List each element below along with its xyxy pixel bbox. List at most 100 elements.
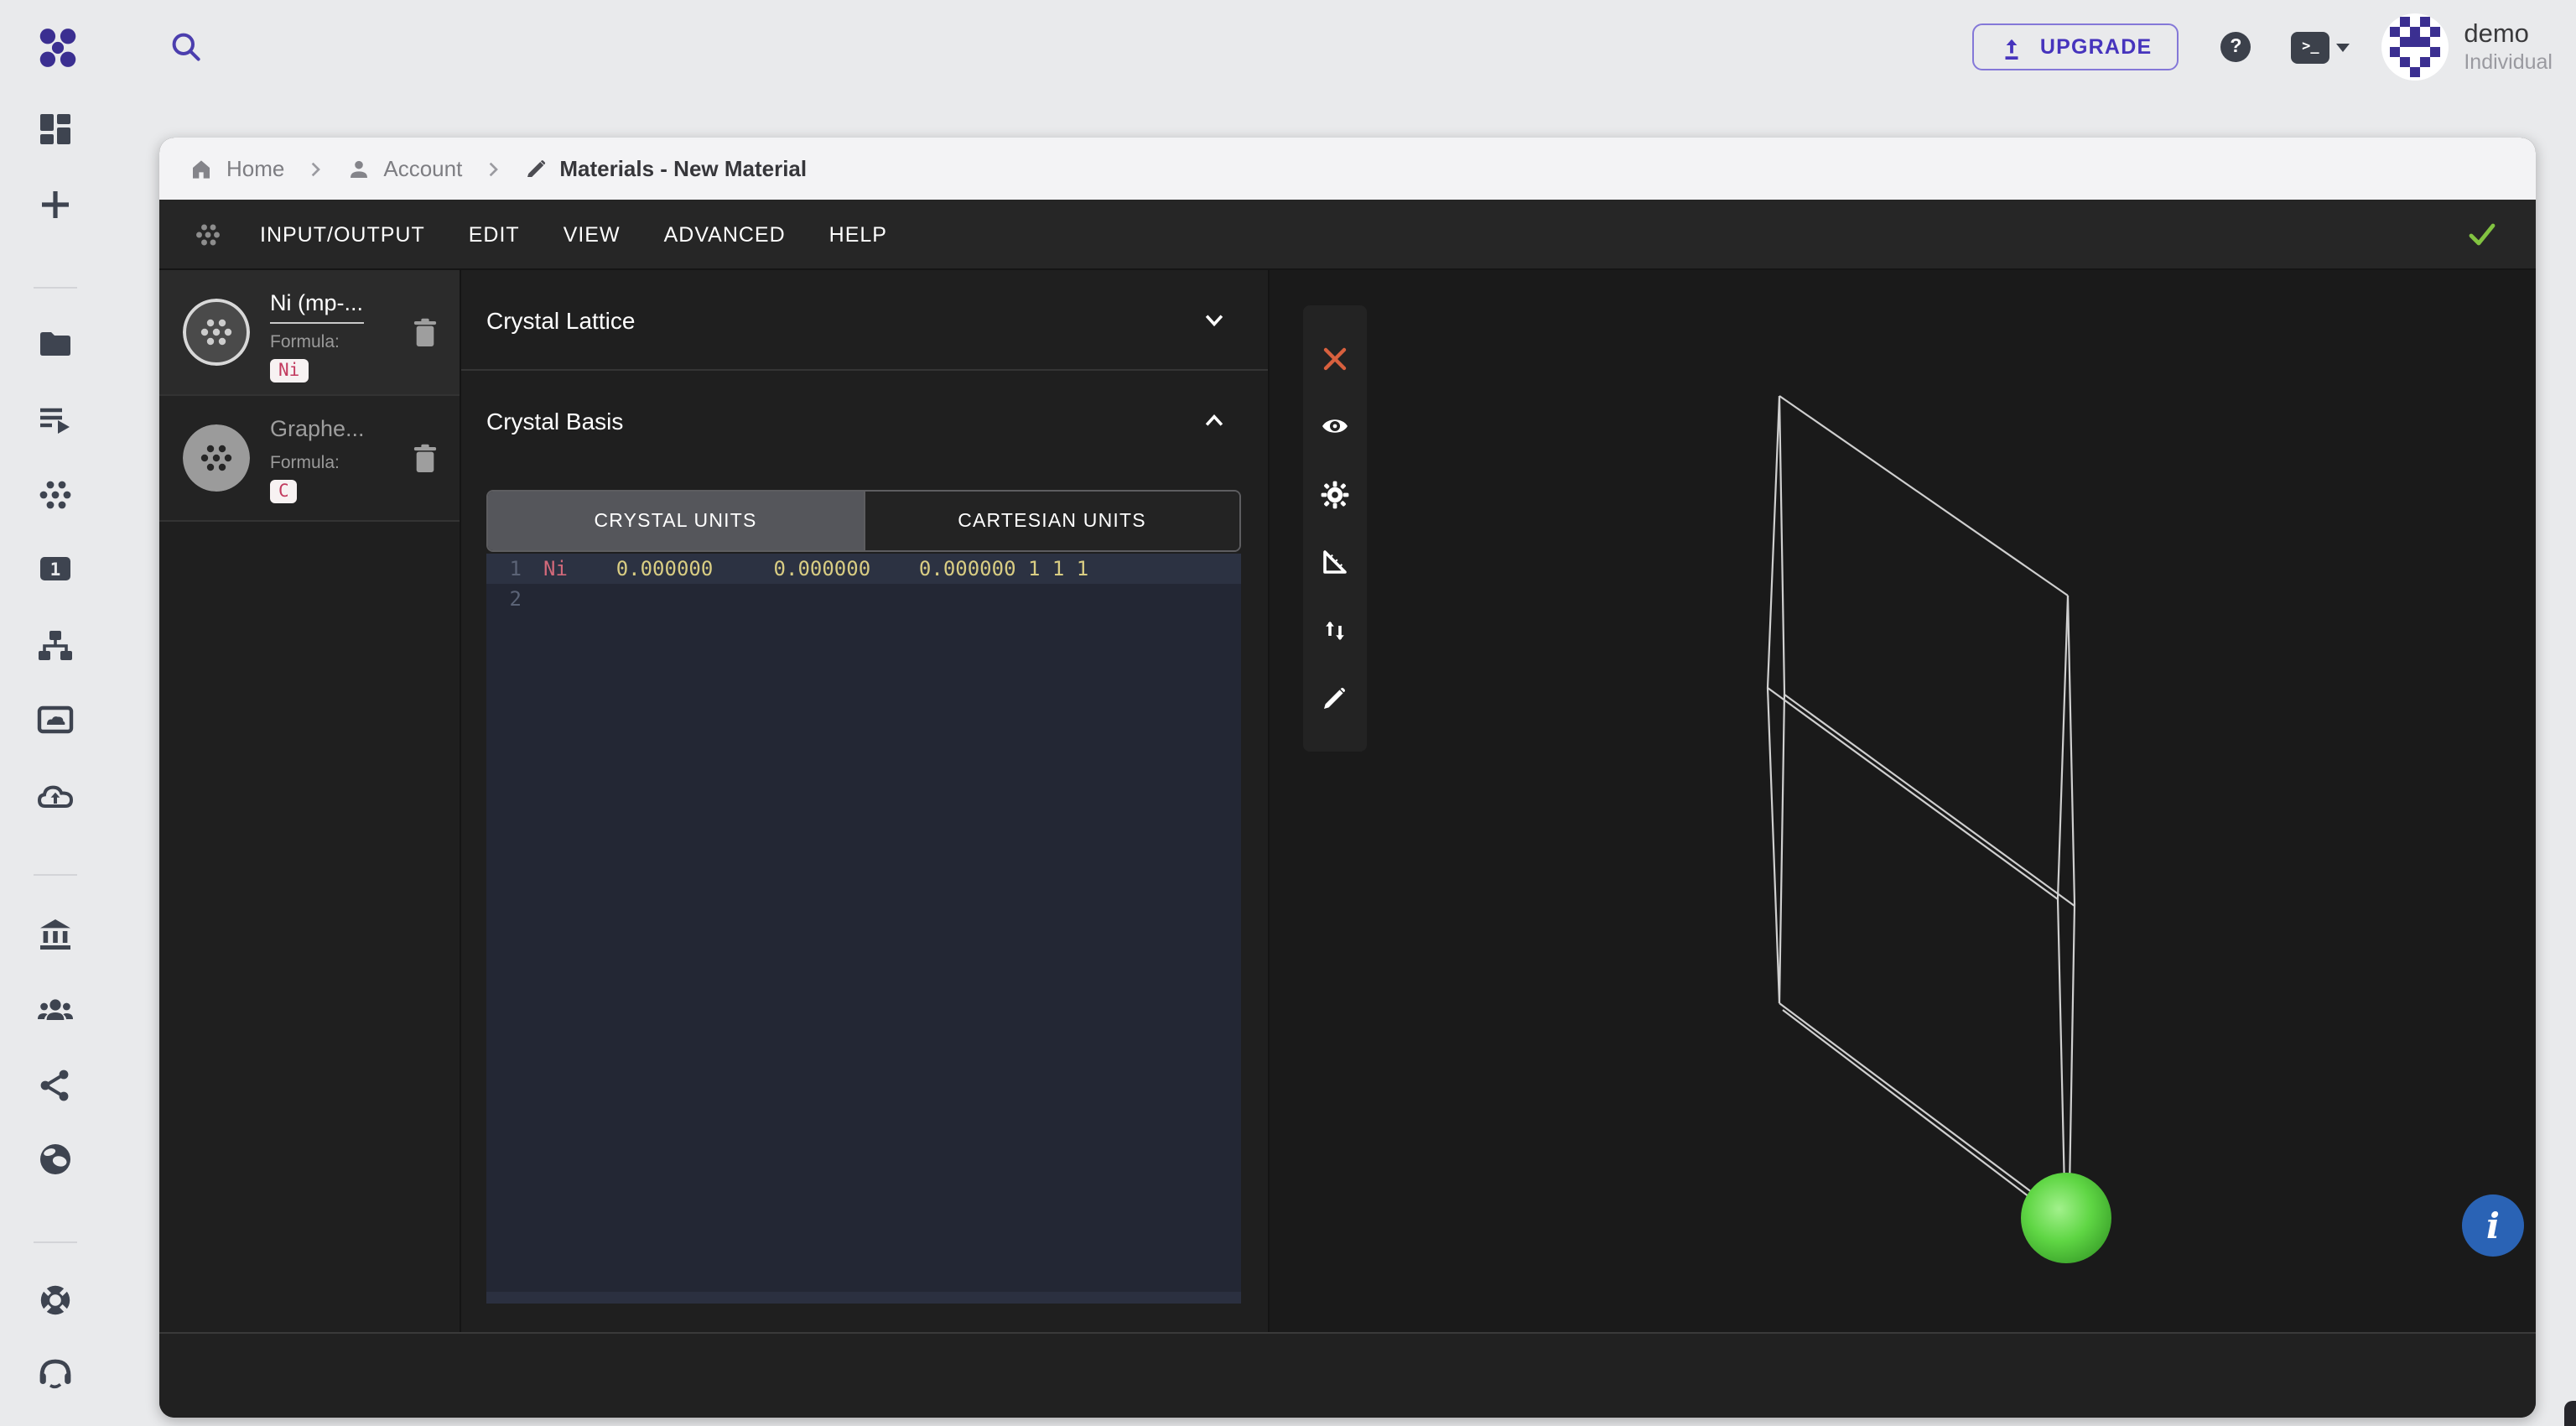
user-plan: Individual [2464, 50, 2553, 76]
screen: UPGRADE ? >_ [0, 0, 2576, 1426]
info-glyph: i [2486, 1205, 2500, 1246]
basis-code-editor[interactable]: 1 Ni 0.000000 0.000000 0.000000 1 1 1 2 [486, 554, 1241, 1304]
line-number: 2 [495, 587, 522, 611]
material-avatar-icon [183, 424, 250, 492]
top-bar-right: UPGRADE ? >_ [1973, 0, 2576, 94]
sidebar-divider [34, 874, 77, 876]
source-editor-panel: Crystal Lattice Crystal Basis CRYSTAL UN… [461, 270, 1270, 1332]
sidebar-item-team[interactable] [35, 990, 75, 1030]
crystal-basis-section[interactable]: Crystal Basis [461, 371, 1268, 471]
visibility-icon[interactable] [1320, 411, 1350, 441]
editor-scrollbar[interactable] [486, 1292, 1241, 1304]
material-item-ni[interactable]: Ni (mp-... Formula: Ni [159, 270, 460, 396]
sidebar-item-web[interactable] [35, 1139, 75, 1179]
breadcrumb-current: Materials - New Material [522, 156, 807, 181]
breadcrumb-account[interactable]: Account [345, 155, 462, 182]
material-name: Graphe... [270, 416, 365, 441]
measure-icon[interactable] [1320, 548, 1350, 578]
delete-material-icon[interactable] [413, 443, 438, 475]
sidebar-item-workflows[interactable] [35, 626, 75, 666]
delete-material-icon[interactable] [413, 317, 438, 349]
window-footer [159, 1332, 2536, 1418]
chevron-right-icon [482, 159, 502, 179]
sidebar-item-folder[interactable] [35, 324, 75, 364]
help-glyph: ? [2230, 37, 2241, 57]
section-title: Crystal Lattice [486, 306, 635, 333]
units-tabs: CRYSTAL UNITS CARTESIAN UNITS [486, 490, 1241, 552]
line-number: 1 [495, 557, 522, 580]
designer-window: Home Account Materials - New Material [159, 138, 2536, 1418]
atom-sphere-ni[interactable] [2021, 1173, 2111, 1263]
breadcrumb-home[interactable]: Home [188, 155, 284, 182]
close-icon[interactable] [1320, 343, 1350, 373]
sidebar-item-jobs[interactable] [35, 401, 75, 441]
info-button[interactable]: i [2462, 1194, 2524, 1257]
upload-arrow-icon [2000, 34, 2025, 60]
material-avatar-icon [183, 299, 250, 366]
breadcrumb: Home Account Materials - New Material [159, 138, 2536, 200]
chevron-up-icon [1201, 408, 1228, 435]
sidebar-item-contact-support[interactable] [35, 1354, 75, 1394]
menu-bar: INPUT/OUTPUT EDIT VIEW ADVANCED HELP [159, 200, 2536, 270]
materials-list: Ni (mp-... Formula: Ni Graphe... Formula… [159, 270, 461, 1332]
menu-help[interactable]: HELP [829, 222, 887, 246]
save-check-icon[interactable] [2465, 217, 2499, 251]
settings-icon[interactable] [1320, 479, 1350, 509]
terminal-icon: >_ [2291, 31, 2329, 63]
swap-axes-icon[interactable] [1320, 616, 1350, 646]
material-name-input[interactable]: Ni (mp-... [270, 290, 363, 324]
sidebar-item-share[interactable] [35, 1065, 75, 1106]
editor-line: 2 [486, 584, 1241, 614]
sidebar-item-bank-card[interactable]: 1 [35, 549, 75, 589]
terminal-glyph: >_ [2302, 39, 2319, 55]
sidebar-item-cloud-upload[interactable] [35, 777, 75, 817]
breadcrumb-label: Home [226, 156, 284, 181]
sidebar-item-support-ring[interactable] [35, 1280, 75, 1320]
chevron-down-icon [1201, 306, 1228, 333]
edit-icon[interactable] [1320, 684, 1350, 714]
top-bar: UPGRADE ? >_ [0, 0, 2576, 94]
sidebar-item-dashboard[interactable] [35, 109, 75, 149]
crystal-scene [1270, 270, 2536, 1332]
upgrade-button[interactable]: UPGRADE [1973, 23, 2179, 70]
user-info[interactable]: demo Individual [2464, 18, 2553, 76]
menu-input-output[interactable]: INPUT/OUTPUT [260, 222, 425, 246]
unit-cell-wireframe [1768, 396, 2075, 1205]
menu-view[interactable]: VIEW [564, 222, 621, 246]
help-icon[interactable]: ? [2220, 32, 2251, 62]
sidebar-item-institution[interactable] [35, 914, 75, 955]
upgrade-label: UPGRADE [2040, 35, 2152, 59]
menu-edit[interactable]: EDIT [469, 222, 520, 246]
material-cluster-icon [193, 219, 223, 249]
chevron-right-icon [304, 159, 325, 179]
menu-advanced[interactable]: ADVANCED [664, 222, 786, 246]
sidebar-item-materials[interactable] [35, 475, 75, 515]
viewer-toolbar [1303, 305, 1367, 752]
tab-cartesian-units[interactable]: CARTESIAN UNITS [863, 492, 1239, 550]
breadcrumb-label: Account [383, 156, 462, 181]
element-token: Ni [543, 557, 568, 580]
section-title: Crystal Basis [486, 408, 623, 435]
card-number-glyph: 1 [50, 559, 61, 580]
sidebar-item-create[interactable] [35, 185, 75, 225]
app-logo-icon[interactable] [37, 27, 79, 69]
user-name: demo [2464, 18, 2553, 50]
editor-line: 1 Ni 0.000000 0.000000 0.000000 1 1 1 [486, 554, 1241, 584]
material-item-graphene[interactable]: Graphe... Formula: C [159, 396, 460, 522]
caret-down-icon [2336, 43, 2350, 51]
crystal-lattice-section[interactable]: Crystal Lattice [461, 270, 1268, 371]
sidebar-divider [34, 287, 77, 289]
avatar[interactable] [2381, 13, 2449, 81]
breadcrumb-label: Materials - New Material [559, 156, 807, 181]
home-icon [188, 155, 215, 182]
pencil-icon [522, 156, 548, 181]
sidebar-divider [34, 1241, 77, 1243]
coordinates-token: 0.000000 0.000000 0.000000 1 1 1 [568, 557, 1088, 580]
sidebar-item-gallery[interactable] [35, 700, 75, 740]
search-icon[interactable] [169, 30, 203, 64]
viewer-3d[interactable]: i [1270, 270, 2536, 1332]
formula-chip: Ni [270, 359, 308, 383]
console-dropdown[interactable]: >_ [2291, 31, 2350, 63]
tab-crystal-units[interactable]: CRYSTAL UNITS [488, 492, 863, 550]
formula-chip: C [270, 480, 298, 503]
